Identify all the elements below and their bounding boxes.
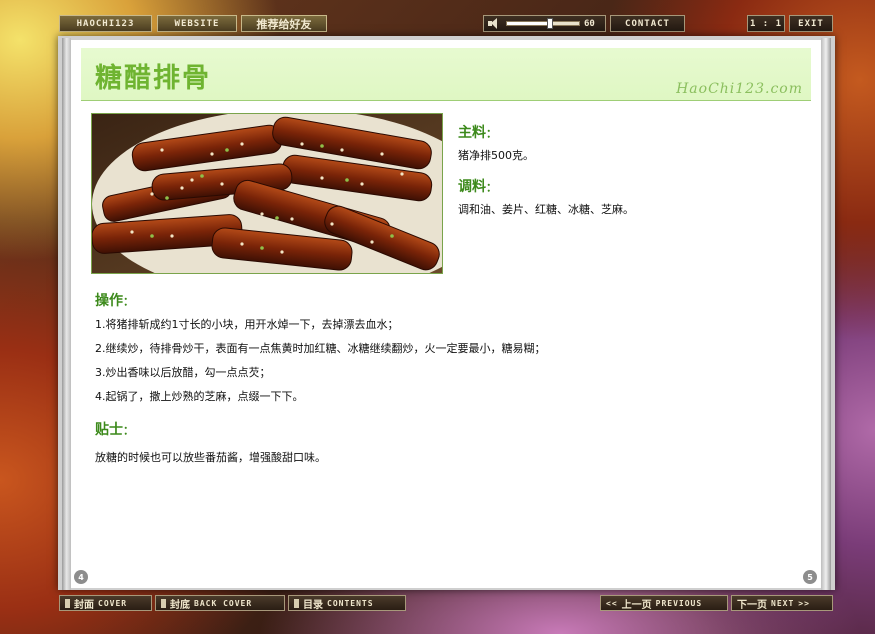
right-page-number: 5 xyxy=(803,570,817,584)
step-item: 4.起锅了，撒上炒熟的芝麻，点缀一下下。 xyxy=(95,390,304,403)
zoom-button[interactable]: 1 : 1 xyxy=(747,15,785,32)
left-page-number: 4 xyxy=(74,570,88,584)
step-item: 1.将猪排斩成约1寸长的小块，用开水焯一下，去掉漂去血水； xyxy=(95,318,399,331)
previous-page-button[interactable]: << 上一页 PREVIOUS xyxy=(600,595,728,611)
left-page-edge xyxy=(62,38,71,590)
contact-button[interactable]: CONTACT xyxy=(610,15,685,32)
seasoning-text: 调和油、姜片、红糖、冰糖、芝麻。 xyxy=(458,203,634,216)
cover-button[interactable]: 封面 COVER xyxy=(59,595,152,611)
step-item: 2.继续炒，待排骨炒干，表面有一点焦黄时加红糖、冰糖继续翻炒，火一定要最小，糖易… xyxy=(95,342,546,355)
volume-value: 60 xyxy=(584,18,595,29)
tips-text: 放糖的时候也可以放些番茄酱，增强酸甜口味。 xyxy=(95,451,326,464)
seasoning-heading: 调料： xyxy=(458,179,497,195)
page-icon xyxy=(65,598,70,608)
page-icon xyxy=(294,598,299,608)
main-ingredients-heading: 主料： xyxy=(458,125,497,141)
next-page-button[interactable]: 下一页 NEXT >> xyxy=(731,595,833,611)
step-item: 3.炒出香味以后放醋，勾一点点芡； xyxy=(95,366,271,379)
steps-heading: 操作： xyxy=(95,293,134,309)
recipe-header: 糖醋排骨 HaoChi123.com xyxy=(81,48,811,101)
volume-slider[interactable] xyxy=(506,18,580,29)
double-chevron-left-icon: << xyxy=(606,598,618,608)
speaker-icon[interactable] xyxy=(488,18,502,29)
recipe-photo xyxy=(91,113,443,274)
recommend-button[interactable]: 推荐给好友 xyxy=(241,15,327,32)
volume-control[interactable]: 60 xyxy=(483,15,606,32)
tips-heading: 贴士： xyxy=(95,422,134,438)
back-cover-button[interactable]: 封底 BACK COVER xyxy=(155,595,285,611)
page-icon xyxy=(161,598,166,608)
exit-button[interactable]: EXIT xyxy=(789,15,833,32)
recipe-title: 糖醋排骨 xyxy=(95,63,211,94)
haochi-button[interactable]: HAOCHI123 xyxy=(59,15,152,32)
site-watermark: HaoChi123.com xyxy=(676,81,803,97)
contents-button[interactable]: 目录 CONTENTS xyxy=(288,595,406,611)
right-page-edge xyxy=(821,38,831,590)
main-ingredients-text: 猪净排500克。 xyxy=(458,149,534,162)
double-chevron-right-icon: >> xyxy=(798,598,810,608)
website-button[interactable]: WEBSITE xyxy=(157,15,237,32)
volume-slider-thumb[interactable] xyxy=(547,18,554,29)
